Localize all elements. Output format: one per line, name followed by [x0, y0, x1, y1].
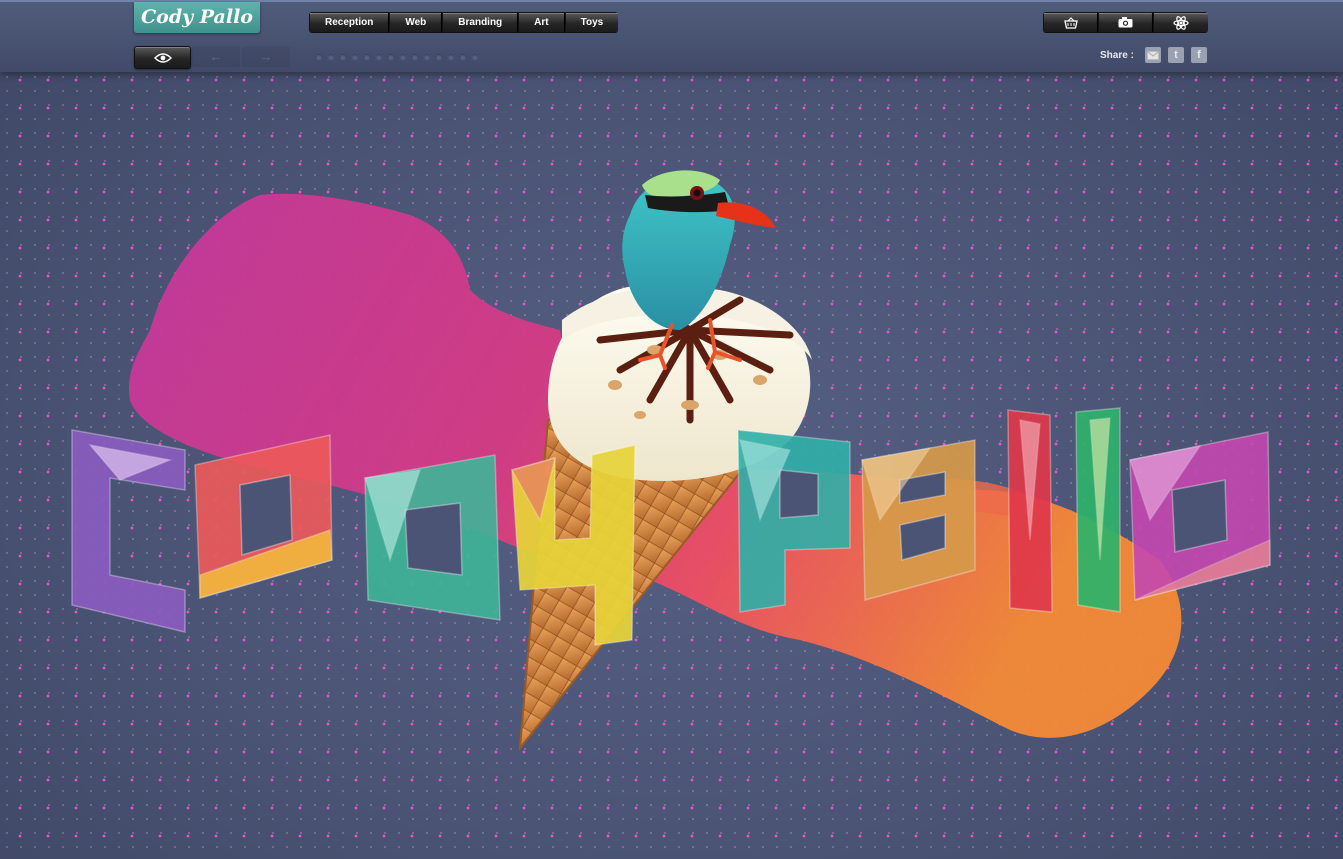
share-label: Share :	[1100, 50, 1134, 61]
camera-icon	[1118, 17, 1133, 28]
nav-item-web[interactable]: Web	[389, 12, 443, 33]
eye-icon	[153, 52, 172, 63]
nav-item-reception[interactable]: Reception	[309, 12, 390, 33]
next-button[interactable]: →	[242, 46, 290, 67]
tool-icon-group	[1043, 12, 1208, 33]
pager-dot[interactable]	[424, 54, 430, 60]
pager-dot[interactable]	[472, 54, 478, 60]
previous-button[interactable]: ←	[192, 46, 240, 67]
view-toggle-button[interactable]	[134, 46, 191, 69]
hero-artwork	[71, 170, 1271, 752]
arrow-left-icon: ←	[209, 49, 223, 64]
camera-button[interactable]	[1098, 12, 1153, 33]
facebook-icon: f	[1197, 49, 1201, 61]
pager-dots	[316, 54, 478, 60]
atom-icon	[1173, 15, 1189, 30]
email-icon	[1147, 50, 1159, 60]
atom-button[interactable]	[1153, 12, 1208, 33]
main-nav: Reception Web Branding Art Toys	[309, 12, 619, 33]
twitter-icon: t	[1174, 49, 1178, 61]
pager-dot[interactable]	[400, 54, 406, 60]
share-facebook-button[interactable]: f	[1191, 47, 1207, 63]
pager-dot[interactable]	[364, 54, 370, 60]
pager-dot[interactable]	[436, 54, 442, 60]
nav-item-art[interactable]: Art	[518, 12, 565, 33]
pager-dot[interactable]	[412, 54, 418, 60]
pager-dot[interactable]	[340, 54, 346, 60]
pager-dot[interactable]	[376, 54, 382, 60]
site-logo[interactable]: Cody Pallo	[134, 2, 260, 33]
nav-item-toys[interactable]: Toys	[564, 12, 619, 33]
pager-dot[interactable]	[388, 54, 394, 60]
nav-item-branding[interactable]: Branding	[442, 12, 519, 33]
share-email-button[interactable]	[1145, 47, 1161, 63]
pager-dot[interactable]	[448, 54, 454, 60]
pager-dot[interactable]	[328, 54, 334, 60]
pager-dot[interactable]	[460, 54, 466, 60]
pager-dot[interactable]	[316, 54, 322, 60]
share-twitter-button[interactable]: t	[1168, 47, 1184, 63]
basket-button[interactable]	[1043, 12, 1098, 33]
basket-icon	[1063, 16, 1078, 29]
arrow-right-icon: →	[259, 49, 273, 64]
top-toolbar: Cody Pallo Reception Web Branding Art To…	[0, 0, 1343, 72]
pager-dot[interactable]	[352, 54, 358, 60]
